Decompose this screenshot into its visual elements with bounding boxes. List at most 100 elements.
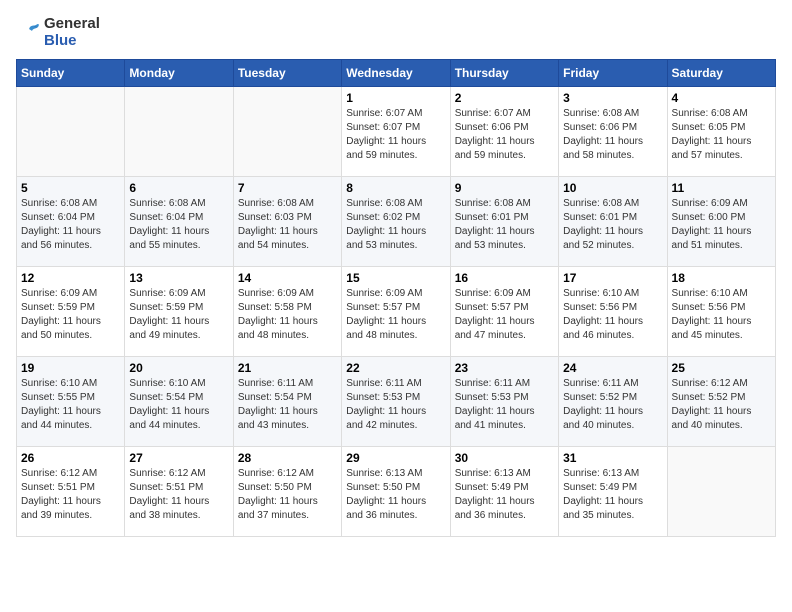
day-info: Sunrise: 6:11 AM Sunset: 5:53 PM Dayligh… <box>346 377 445 433</box>
logo-container: General Blue <box>16 16 100 49</box>
day-info: Sunrise: 6:09 AM Sunset: 6:00 PM Dayligh… <box>672 197 771 253</box>
day-info: Sunrise: 6:10 AM Sunset: 5:55 PM Dayligh… <box>21 377 120 433</box>
day-number: 13 <box>129 271 228 285</box>
page-header: General Blue <box>16 16 776 49</box>
logo-blue: Blue <box>44 33 100 50</box>
week-row-4: 19Sunrise: 6:10 AM Sunset: 5:55 PM Dayli… <box>17 357 776 447</box>
day-info: Sunrise: 6:11 AM Sunset: 5:53 PM Dayligh… <box>455 377 554 433</box>
day-cell: 27 Sunrise: 6:12 AM Sunset: 5:51 PM Dayli… <box>125 447 233 537</box>
day-number: 22 <box>346 361 445 375</box>
day-number: 17 <box>563 271 662 285</box>
day-number: 31 <box>563 451 662 465</box>
day-cell: 14 Sunrise: 6:09 AM Sunset: 5:58 PM Dayli… <box>233 267 341 357</box>
day-number: 4 <box>672 91 771 105</box>
day-cell <box>125 87 233 177</box>
day-cell: 20 Sunrise: 6:10 AM Sunset: 5:54 PM Dayli… <box>125 357 233 447</box>
column-header-saturday: Saturday <box>667 60 775 87</box>
column-header-sunday: Sunday <box>17 60 125 87</box>
column-header-thursday: Thursday <box>450 60 558 87</box>
day-number: 24 <box>563 361 662 375</box>
day-cell: 21 Sunrise: 6:11 AM Sunset: 5:54 PM Dayli… <box>233 357 341 447</box>
calendar-table: SundayMondayTuesdayWednesdayThursdayFrid… <box>16 59 776 537</box>
day-number: 10 <box>563 181 662 195</box>
column-header-tuesday: Tuesday <box>233 60 341 87</box>
day-number: 16 <box>455 271 554 285</box>
day-info: Sunrise: 6:09 AM Sunset: 5:58 PM Dayligh… <box>238 287 337 343</box>
day-info: Sunrise: 6:13 AM Sunset: 5:49 PM Dayligh… <box>455 467 554 523</box>
header-row: SundayMondayTuesdayWednesdayThursdayFrid… <box>17 60 776 87</box>
day-info: Sunrise: 6:10 AM Sunset: 5:54 PM Dayligh… <box>129 377 228 433</box>
day-info: Sunrise: 6:12 AM Sunset: 5:51 PM Dayligh… <box>129 467 228 523</box>
day-cell: 11 Sunrise: 6:09 AM Sunset: 6:00 PM Dayli… <box>667 177 775 267</box>
day-cell: 3Sunrise: 6:08 AM Sunset: 6:06 PM Daylig… <box>559 87 667 177</box>
day-number: 25 <box>672 361 771 375</box>
day-number: 5 <box>21 181 120 195</box>
column-header-friday: Friday <box>559 60 667 87</box>
logo-general: General <box>44 16 100 33</box>
day-info: Sunrise: 6:08 AM Sunset: 6:05 PM Dayligh… <box>672 107 771 163</box>
day-number: 11 <box>672 181 771 195</box>
week-row-5: 26 Sunrise: 6:12 AM Sunset: 5:51 PM Dayli… <box>17 447 776 537</box>
day-number: 3 <box>563 91 662 105</box>
day-cell: 23 Sunrise: 6:11 AM Sunset: 5:53 PM Dayli… <box>450 357 558 447</box>
day-number: 2 <box>455 91 554 105</box>
week-row-1: 1Sunrise: 6:07 AM Sunset: 6:07 PM Daylig… <box>17 87 776 177</box>
day-cell: 12 Sunrise: 6:09 AM Sunset: 5:59 PM Dayli… <box>17 267 125 357</box>
day-cell: 31 Sunrise: 6:13 AM Sunset: 5:49 PM Dayli… <box>559 447 667 537</box>
day-number: 28 <box>238 451 337 465</box>
week-row-2: 5 Sunrise: 6:08 AM Sunset: 6:04 PM Daylig… <box>17 177 776 267</box>
column-header-monday: Monday <box>125 60 233 87</box>
day-cell <box>17 87 125 177</box>
day-info: Sunrise: 6:08 AM Sunset: 6:03 PM Dayligh… <box>238 197 337 253</box>
day-number: 15 <box>346 271 445 285</box>
day-number: 29 <box>346 451 445 465</box>
day-cell: 25Sunrise: 6:12 AM Sunset: 5:52 PM Dayli… <box>667 357 775 447</box>
day-number: 21 <box>238 361 337 375</box>
day-cell: 15 Sunrise: 6:09 AM Sunset: 5:57 PM Dayli… <box>342 267 450 357</box>
day-number: 12 <box>21 271 120 285</box>
day-info: Sunrise: 6:11 AM Sunset: 5:52 PM Dayligh… <box>563 377 662 433</box>
day-info: Sunrise: 6:08 AM Sunset: 6:02 PM Dayligh… <box>346 197 445 253</box>
day-cell: 5Sunrise: 6:08 AM Sunset: 6:04 PM Daylig… <box>17 177 125 267</box>
day-number: 26 <box>21 451 120 465</box>
day-number: 9 <box>455 181 554 195</box>
day-cell <box>667 447 775 537</box>
day-number: 8 <box>346 181 445 195</box>
day-cell: 28 Sunrise: 6:12 AM Sunset: 5:50 PM Dayli… <box>233 447 341 537</box>
week-row-3: 12 Sunrise: 6:09 AM Sunset: 5:59 PM Dayli… <box>17 267 776 357</box>
day-info: Sunrise: 6:08 AM Sunset: 6:01 PM Dayligh… <box>563 197 662 253</box>
day-cell: 22 Sunrise: 6:11 AM Sunset: 5:53 PM Dayli… <box>342 357 450 447</box>
day-number: 18 <box>672 271 771 285</box>
day-cell: 6 Sunrise: 6:08 AM Sunset: 6:04 PM Daylig… <box>125 177 233 267</box>
day-info: Sunrise: 6:13 AM Sunset: 5:50 PM Dayligh… <box>346 467 445 523</box>
day-cell: 19Sunrise: 6:10 AM Sunset: 5:55 PM Dayli… <box>17 357 125 447</box>
day-info: Sunrise: 6:07 AM Sunset: 6:06 PM Dayligh… <box>455 107 554 163</box>
day-cell: 7Sunrise: 6:08 AM Sunset: 6:03 PM Daylig… <box>233 177 341 267</box>
day-info: Sunrise: 6:09 AM Sunset: 5:57 PM Dayligh… <box>346 287 445 343</box>
day-info: Sunrise: 6:13 AM Sunset: 5:49 PM Dayligh… <box>563 467 662 523</box>
logo-bird-icon <box>16 21 40 45</box>
day-info: Sunrise: 6:11 AM Sunset: 5:54 PM Dayligh… <box>238 377 337 433</box>
day-number: 27 <box>129 451 228 465</box>
day-info: Sunrise: 6:09 AM Sunset: 5:59 PM Dayligh… <box>21 287 120 343</box>
day-cell: 10 Sunrise: 6:08 AM Sunset: 6:01 PM Dayli… <box>559 177 667 267</box>
day-cell: 24 Sunrise: 6:11 AM Sunset: 5:52 PM Dayli… <box>559 357 667 447</box>
day-info: Sunrise: 6:10 AM Sunset: 5:56 PM Dayligh… <box>563 287 662 343</box>
day-info: Sunrise: 6:08 AM Sunset: 6:01 PM Dayligh… <box>455 197 554 253</box>
day-info: Sunrise: 6:12 AM Sunset: 5:50 PM Dayligh… <box>238 467 337 523</box>
day-number: 23 <box>455 361 554 375</box>
day-number: 20 <box>129 361 228 375</box>
logo: General Blue <box>16 16 100 49</box>
day-cell: 29 Sunrise: 6:13 AM Sunset: 5:50 PM Dayli… <box>342 447 450 537</box>
day-info: Sunrise: 6:12 AM Sunset: 5:51 PM Dayligh… <box>21 467 120 523</box>
day-number: 6 <box>129 181 228 195</box>
day-cell: 26 Sunrise: 6:12 AM Sunset: 5:51 PM Dayli… <box>17 447 125 537</box>
day-cell <box>233 87 341 177</box>
day-cell: 13Sunrise: 6:09 AM Sunset: 5:59 PM Dayli… <box>125 267 233 357</box>
column-header-wednesday: Wednesday <box>342 60 450 87</box>
day-cell: 8 Sunrise: 6:08 AM Sunset: 6:02 PM Daylig… <box>342 177 450 267</box>
day-cell: 16Sunrise: 6:09 AM Sunset: 5:57 PM Dayli… <box>450 267 558 357</box>
day-info: Sunrise: 6:08 AM Sunset: 6:04 PM Dayligh… <box>129 197 228 253</box>
day-cell: 18Sunrise: 6:10 AM Sunset: 5:56 PM Dayli… <box>667 267 775 357</box>
day-number: 14 <box>238 271 337 285</box>
